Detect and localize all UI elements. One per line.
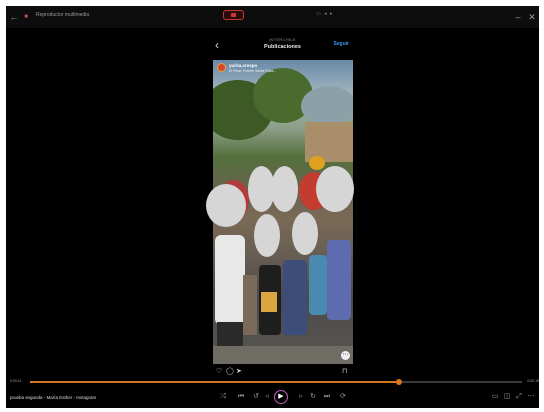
post-actions: ♡ ◯ ➤ ⊓ xyxy=(214,368,354,376)
face-blur xyxy=(271,166,298,212)
hat-shape xyxy=(309,156,325,170)
forward-30-icon[interactable]: ↻ xyxy=(308,392,318,402)
like-icon[interactable]: ♡ xyxy=(216,368,222,376)
forward-icon[interactable]: ▹ xyxy=(296,392,306,402)
post-username[interactable]: yurita.crespo xyxy=(229,63,257,68)
post-location[interactable]: El Pinar, Puente Santa Rosa... xyxy=(229,69,276,73)
child-shape xyxy=(243,275,257,335)
save-icon[interactable]: ⊓ xyxy=(342,368,347,376)
media-player-window: ← ■ Reproductor multimedia ▭ ◂ ▸ – ✕ ‹ I… xyxy=(6,6,539,408)
seek-track[interactable] xyxy=(30,379,522,385)
control-bar: prueba segunda - María Esther - Instagra… xyxy=(6,387,539,408)
face-blur xyxy=(206,184,246,227)
minimize-icon[interactable]: – xyxy=(512,11,524,23)
rewind-10-icon[interactable]: ◃ xyxy=(262,392,272,402)
close-icon[interactable]: ✕ xyxy=(526,11,538,23)
back-icon[interactable]: ← xyxy=(8,11,20,23)
shuffle-icon[interactable]: ⤮ xyxy=(218,392,228,402)
record-icon xyxy=(231,13,236,17)
play-icon[interactable]: ▶ xyxy=(274,390,288,404)
cast-icon[interactable]: ◫ xyxy=(502,392,512,402)
seek-progress xyxy=(30,381,399,383)
current-time: 0:00:11 xyxy=(10,379,22,383)
total-time: 0:00:15 xyxy=(527,379,539,383)
window-title: Reproductor multimedia xyxy=(36,12,90,18)
post-avatar[interactable] xyxy=(217,63,226,72)
more-options-icon[interactable]: ⋯ xyxy=(341,351,350,360)
repeat-icon[interactable]: ⟳ xyxy=(338,392,348,402)
next-icon[interactable]: ⏭ xyxy=(322,392,332,402)
comment-icon[interactable]: ◯ xyxy=(226,368,234,376)
previous-icon[interactable]: ⏮ xyxy=(236,392,246,402)
face-blur xyxy=(292,212,318,255)
seek-bar[interactable]: 0:00:11 0:00:15 xyxy=(6,377,539,387)
app-icon: ■ xyxy=(24,14,28,20)
window-mini-controls[interactable]: ▭ ◂ ▸ xyxy=(316,11,334,17)
child-shirt xyxy=(283,260,307,335)
title-bar: ← ■ Reproductor multimedia ▭ ◂ ▸ – ✕ xyxy=(6,6,539,28)
face-blur xyxy=(254,214,280,257)
rewind-icon[interactable]: ↺ xyxy=(251,392,261,402)
child-shorts xyxy=(261,292,277,312)
seek-thumb[interactable] xyxy=(396,379,402,385)
child-shirt xyxy=(327,240,351,320)
child-shirt xyxy=(309,255,327,315)
media-title: prueba segunda - María Esther - Instagra… xyxy=(10,395,97,400)
ground xyxy=(213,346,353,364)
fullscreen-icon[interactable]: ⤢ xyxy=(514,392,524,402)
sky-patch xyxy=(301,86,353,126)
record-indicator[interactable] xyxy=(223,10,244,20)
more-icon[interactable]: ⋯ xyxy=(526,392,536,402)
face-blur xyxy=(316,166,354,212)
share-icon[interactable]: ➤ xyxy=(236,368,242,376)
follow-button[interactable]: Seguir xyxy=(333,41,349,47)
miniplayer-icon[interactable]: ▭ xyxy=(490,392,500,402)
child-shirt xyxy=(215,235,245,325)
